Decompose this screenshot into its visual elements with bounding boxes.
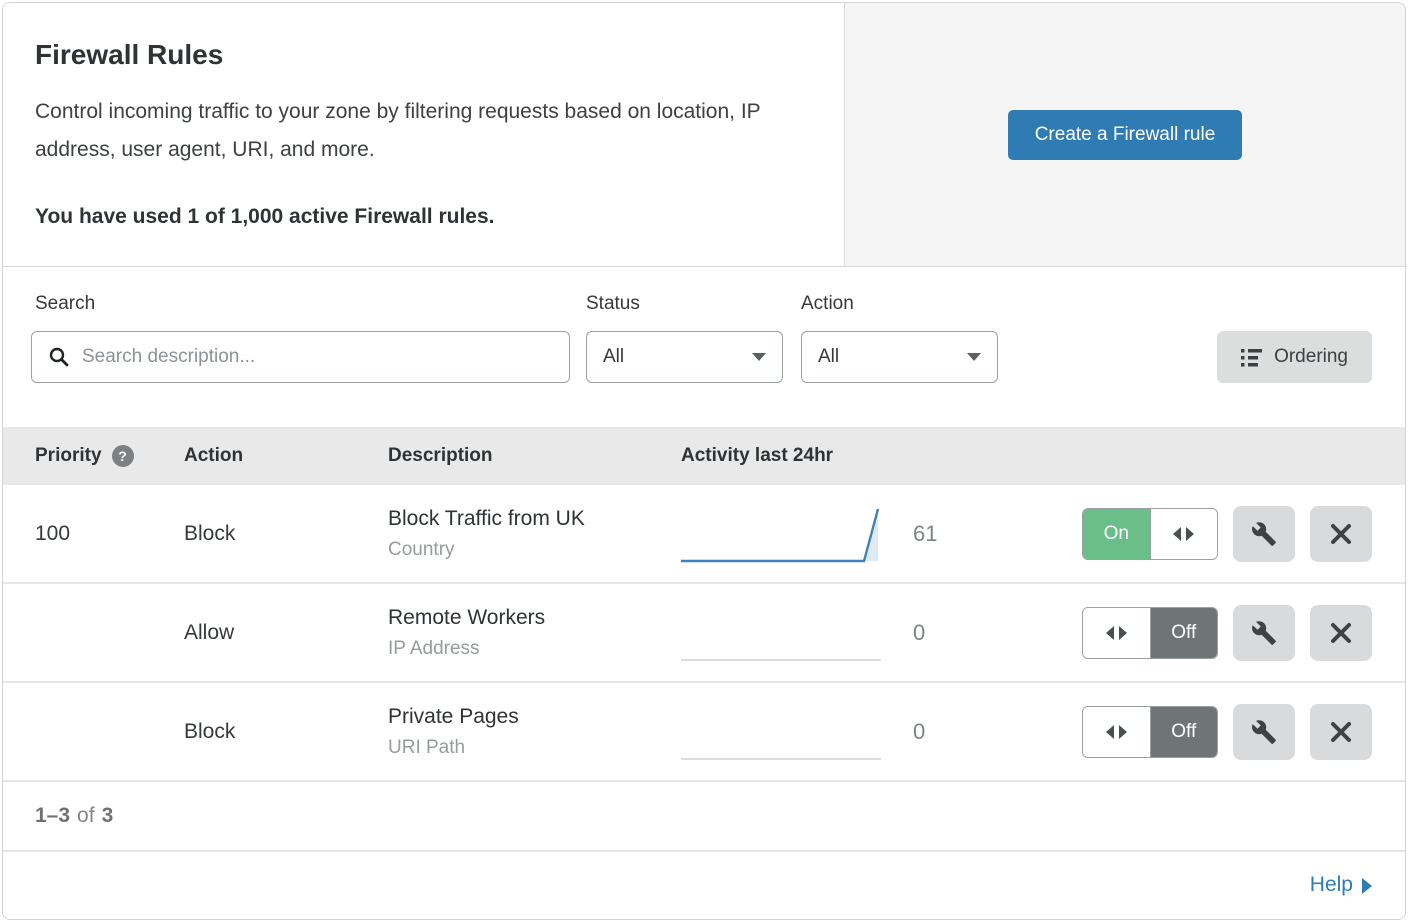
chevron-down-icon [967, 353, 981, 361]
search-icon [48, 346, 70, 368]
wrench-icon [1251, 620, 1277, 646]
help-link-label: Help [1310, 873, 1353, 897]
firewall-rules-card: Firewall Rules Control incoming traffic … [2, 2, 1406, 920]
action-select-value: All [818, 346, 839, 368]
rule-type: Country [388, 539, 681, 561]
edit-rule-button[interactable] [1233, 506, 1295, 562]
usage-note: You have used 1 of 1,000 active Firewall… [35, 205, 804, 229]
column-priority-label: Priority [35, 445, 102, 467]
toggle-off-label: Off [1150, 707, 1218, 757]
page-title: Firewall Rules [35, 39, 804, 71]
action-label: Action [801, 293, 854, 315]
activity-count: 0 [913, 620, 925, 646]
activity-count: 0 [913, 719, 925, 745]
help-link[interactable]: Help [1310, 873, 1372, 897]
page-description: Control incoming traffic to your zone by… [35, 93, 804, 169]
toggle-handle-arrows-icon [1150, 509, 1218, 559]
close-icon [1329, 522, 1353, 546]
chevron-down-icon [752, 353, 766, 361]
toggle-off-label: Off [1150, 608, 1218, 658]
header-text-panel: Firewall Rules Control incoming traffic … [3, 3, 845, 266]
help-bar: Help [3, 852, 1405, 918]
rule-enabled-toggle[interactable]: Off [1082, 706, 1218, 758]
ordering-button-label: Ordering [1274, 346, 1348, 368]
column-description: Description [388, 445, 681, 467]
rule-enabled-toggle[interactable]: Off [1082, 607, 1218, 659]
toggle-handle-arrows-icon [1083, 707, 1150, 757]
create-firewall-rule-button[interactable]: Create a Firewall rule [1008, 110, 1243, 160]
table-header: Priority ? Action Description Activity l… [3, 427, 1405, 485]
filter-bar: Search Status All Action All [3, 267, 1405, 427]
wrench-icon [1251, 521, 1277, 547]
action-value: Block [184, 720, 388, 744]
toggle-on-label: On [1083, 509, 1150, 559]
search-input[interactable] [70, 332, 569, 382]
rule-description: Block Traffic from UK [388, 507, 681, 531]
activity-sparkline [681, 602, 881, 664]
action-value: Block [184, 522, 388, 546]
delete-rule-button[interactable] [1310, 704, 1372, 760]
close-icon [1329, 621, 1353, 645]
wrench-icon [1251, 719, 1277, 745]
edit-rule-button[interactable] [1233, 605, 1295, 661]
rule-type: URI Path [388, 737, 681, 759]
table-row: Allow Remote Workers IP Address 0 Off [3, 584, 1405, 683]
pagination-of-label: of [77, 804, 95, 828]
search-box [31, 331, 570, 383]
pagination-range: 1–3 [35, 804, 70, 828]
activity-sparkline [681, 503, 881, 565]
pagination-bar: 1–3 of 3 [3, 782, 1405, 852]
header-action-panel: Create a Firewall rule [845, 3, 1405, 266]
rule-description: Remote Workers [388, 606, 681, 630]
status-select-value: All [603, 346, 624, 368]
edit-rule-button[interactable] [1233, 704, 1295, 760]
ordering-button[interactable]: Ordering [1217, 331, 1372, 383]
column-priority: Priority ? [3, 445, 184, 467]
rule-type: IP Address [388, 638, 681, 660]
priority-value: 100 [3, 522, 184, 546]
delete-rule-button[interactable] [1310, 605, 1372, 661]
table-row: Block Private Pages URI Path 0 Off [3, 683, 1405, 782]
activity-sparkline [681, 701, 881, 763]
toggle-handle-arrows-icon [1083, 608, 1150, 658]
action-select[interactable]: All [801, 331, 998, 383]
action-value: Allow [184, 621, 388, 645]
status-select[interactable]: All [586, 331, 783, 383]
search-label: Search [35, 293, 95, 315]
column-action: Action [184, 445, 388, 467]
close-icon [1329, 720, 1353, 744]
rule-enabled-toggle[interactable]: On [1082, 508, 1218, 560]
status-label: Status [586, 293, 640, 315]
delete-rule-button[interactable] [1310, 506, 1372, 562]
pagination-total: 3 [102, 804, 114, 828]
activity-count: 61 [913, 521, 937, 547]
header-section: Firewall Rules Control incoming traffic … [3, 3, 1405, 267]
column-activity: Activity last 24hr [681, 445, 1372, 467]
ordering-list-icon [1241, 348, 1262, 367]
triangle-right-icon [1362, 878, 1372, 894]
table-row: 100 Block Block Traffic from UK Country … [3, 485, 1405, 584]
priority-help-icon[interactable]: ? [112, 445, 134, 467]
rule-description: Private Pages [388, 705, 681, 729]
